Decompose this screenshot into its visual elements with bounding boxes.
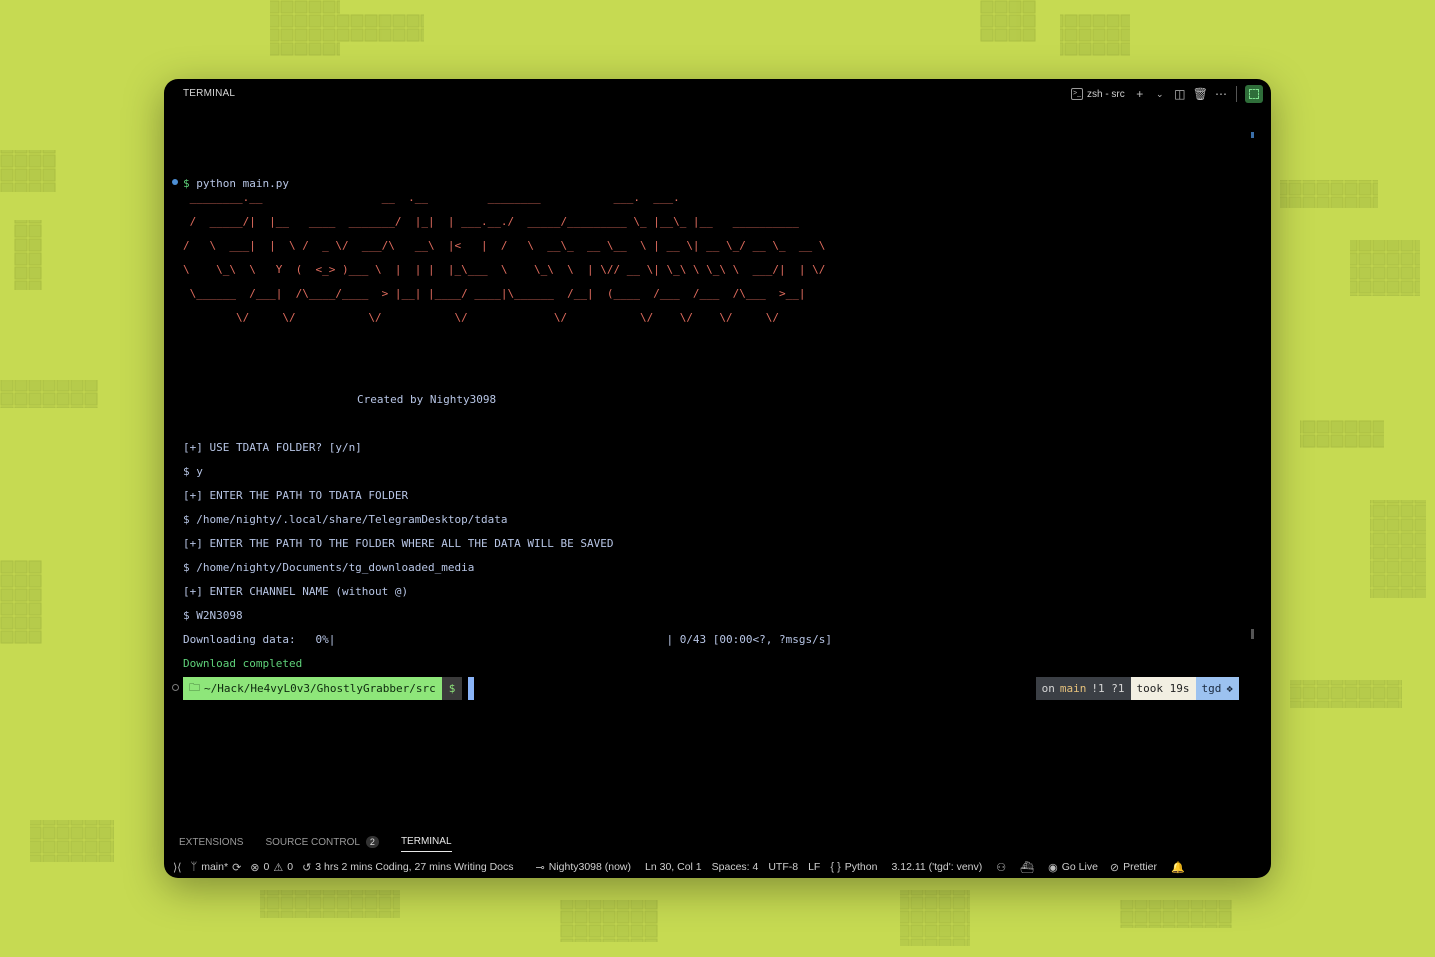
branch-status[interactable]: ᛘ main* ⟳ [191, 861, 242, 874]
output-line: [+] ENTER THE PATH TO TDATA FOLDER [183, 489, 409, 502]
prompt-symbol: $ [441, 677, 463, 700]
source-control-badge: 2 [365, 836, 379, 848]
toolbar-divider [1236, 86, 1237, 102]
language-mode[interactable]: { } Python [830, 861, 877, 873]
output-line: [+] USE TDATA FOLDER? [y/n] [183, 441, 362, 454]
braces-icon: { } [830, 861, 841, 873]
chevron-down-icon[interactable]: ⌄ [1153, 85, 1167, 103]
broadcast-icon: ◉ [1048, 861, 1058, 874]
bell-icon[interactable]: 🔔 [1171, 861, 1185, 874]
terminal-toolbar: >_ zsh - src + ⌄ ◫ 🗑 ⋯ [1070, 85, 1263, 103]
prompt-marker [172, 684, 179, 691]
terminal-selector[interactable]: >_ zsh - src [1070, 88, 1125, 100]
credit-line: Created by Nighty3098 [357, 393, 497, 406]
output-line: [+] ENTER THE PATH TO THE FOLDER WHERE A… [183, 537, 614, 550]
user-status[interactable]: ⊸ Nighty3098 (now) [536, 861, 632, 874]
prettier-icon: ⊘ [1109, 861, 1120, 874]
output-line: $ /home/nighty/.local/share/TelegramDesk… [183, 513, 508, 526]
split-icon[interactable]: ◫ [1173, 85, 1187, 103]
git-status: on main !1 ?1 [1035, 677, 1131, 700]
scrollbar-marker [1251, 629, 1254, 639]
warning-icon: ⚠ [273, 861, 284, 874]
indentation[interactable]: Spaces: 4 [712, 861, 759, 873]
python-env: tgd ❖ [1195, 677, 1239, 700]
output-line: $ W2N3098 [183, 609, 243, 622]
scrollbar-thumb[interactable] [1251, 132, 1254, 138]
terminal-window: TERMINAL >_ zsh - src + ⌄ ◫ 🗑 ⋯ $ python… [164, 79, 1271, 878]
download-completed-line: Download completed [183, 657, 303, 670]
commit-icon: ⊸ [535, 861, 545, 874]
more-icon[interactable]: ⋯ [1214, 85, 1228, 103]
output-line: $ y [183, 465, 203, 478]
panel-titlebar: TERMINAL >_ zsh - src + ⌄ ◫ 🗑 ⋯ [164, 79, 1271, 109]
tab-extensions[interactable]: EXTENSIONS [179, 836, 243, 852]
remote-icon[interactable]: ⟩⟨ [173, 861, 182, 874]
prompt-path: 🗀 ~/Hack/He4vyL0v3/GhostlyGrabber/src [183, 677, 442, 700]
progress-line: Downloading data: 0%| | 0/43 [00:00<?, ?… [183, 633, 833, 646]
history-icon: ↺ [302, 861, 312, 874]
status-bar: ⟩⟨ ᛘ main* ⟳ ⊗ 0 ⚠ 0 ↺ 3 hrs 2 mins Coding, 27… [164, 856, 1271, 878]
terminal-icon: >_ [1070, 88, 1083, 100]
prettier-button[interactable]: ⊘ Prettier [1110, 861, 1157, 874]
plus-icon[interactable]: + [1133, 85, 1147, 103]
panel-tabs: EXTENSIONS SOURCE CONTROL 2 TERMINAL [179, 836, 452, 852]
ports-icon[interactable]: ⛴ [1020, 861, 1034, 874]
output-line: [+] ENTER CHANNEL NAME (without @) [183, 585, 409, 598]
terminal-output[interactable]: $ python main.py ________.__ __ .__ ____… [164, 119, 1259, 839]
terminal-name: zsh - src [1086, 88, 1125, 100]
command-success-marker [172, 179, 178, 185]
sync-icon: ⟳ [232, 861, 242, 874]
ascii-banner: ________.__ __ .__ ________ ___. ___. / … [183, 191, 826, 324]
encoding[interactable]: UTF-8 [768, 861, 798, 873]
git-branch-icon: ᛘ [190, 861, 198, 873]
go-live-button[interactable]: ◉ Go Live [1048, 861, 1098, 874]
folder-icon: 🗀 [189, 681, 200, 694]
wakatime-status[interactable]: ↺ 3 hrs 2 mins Coding, 27 mins Writing Do… [302, 861, 513, 874]
python-interpreter[interactable]: 3.12.11 ('tgd': venv) [891, 861, 982, 873]
terminal-cursor [468, 677, 475, 700]
problems-status[interactable]: ⊗ 0 ⚠ 0 [250, 861, 293, 874]
line-ending[interactable]: LF [808, 861, 820, 873]
command-duration: took 19s [1130, 677, 1196, 700]
python-icon: ❖ [1226, 682, 1233, 695]
output-line: $ /home/nighty/Documents/tg_downloaded_m… [183, 561, 475, 574]
error-icon: ⊗ [250, 861, 260, 874]
panel-title: TERMINAL [183, 88, 236, 99]
tab-source-control[interactable]: SOURCE CONTROL 2 [265, 836, 379, 852]
maximize-icon[interactable] [1245, 85, 1263, 103]
cursor-position[interactable]: Ln 30, Col 1 [645, 861, 702, 873]
trash-icon[interactable]: 🗑 [1193, 85, 1208, 103]
copilot-icon[interactable]: ⚇ [996, 861, 1006, 874]
right-prompt: on main !1 ?1 took 19s tgd ❖ [1035, 677, 1239, 700]
shell-prompt: 🗀 ~/Hack/He4vyL0v3/GhostlyGrabber/src $ [183, 677, 475, 700]
tab-terminal[interactable]: TERMINAL [400, 836, 452, 852]
